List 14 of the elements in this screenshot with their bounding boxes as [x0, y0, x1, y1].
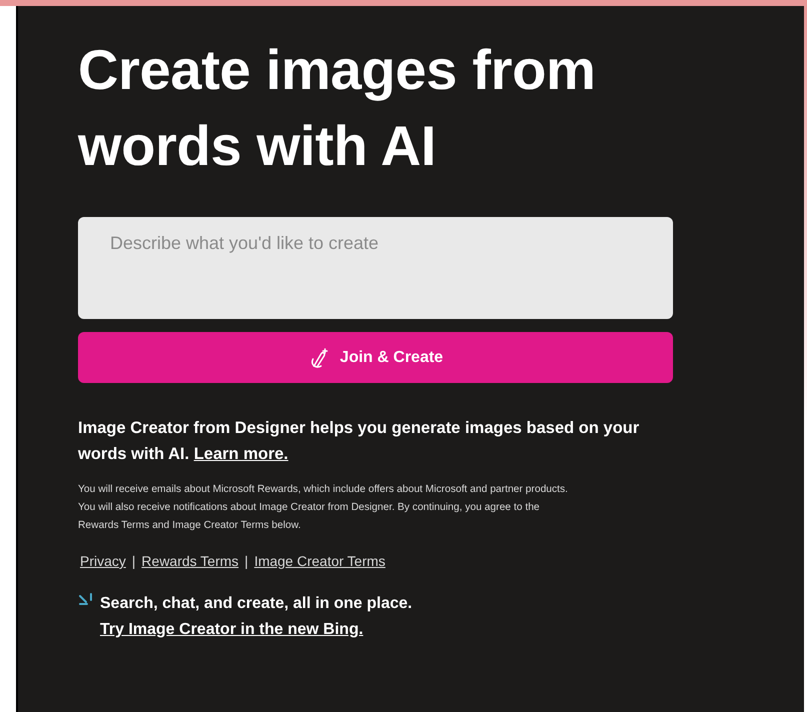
footer-link[interactable]: Rewards Terms	[142, 553, 239, 569]
arrow-icon	[78, 593, 94, 607]
try-bing-link[interactable]: Try Image Creator in the new Bing.	[100, 617, 364, 643]
footer-link[interactable]: Image Creator Terms	[254, 553, 386, 569]
promo-text: Search, chat, and create, all in one place.	[100, 594, 412, 614]
description-text: Image Creator from Designer helps you generate images based on your words with AI. Learn more.	[78, 418, 640, 465]
page-heading: Create images from words with AI	[78, 37, 596, 179]
learn-more-link[interactable]: Learn more.	[194, 445, 288, 463]
prompt-field[interactable]: Describe what you'd like to create	[78, 217, 673, 319]
footer-link[interactable]: Privacy	[80, 553, 126, 569]
link-separator: |	[244, 553, 248, 569]
link-separator: |	[132, 553, 136, 569]
disclaimer-text: You will receive emails about Microsoft Rewards, which include offers about Microsoft and partner products. You will also receive notifications about Image Creator from Designer. By continuing, you agree to the Rewards Terms and Image Creator Terms below.	[78, 483, 568, 533]
join-create-button[interactable]: Join & Create	[78, 332, 673, 383]
